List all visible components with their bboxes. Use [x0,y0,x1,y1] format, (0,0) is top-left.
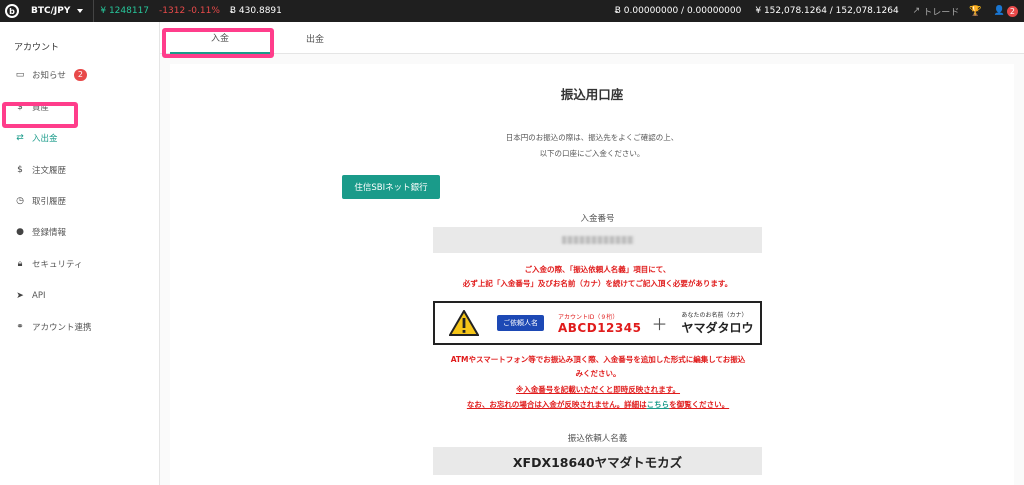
bank-select-button[interactable]: 住信SBIネット銀行 [342,175,440,199]
lock-icon: 🔒︎ [17,259,23,269]
page-title: 振込用口座 [560,87,624,102]
name-caption: あなたのお名前（カナ） [681,312,748,319]
inbox-icon: ▭ [15,70,25,80]
requester-name-label: 振込依頼人名義 [567,434,628,444]
transfer-icon: ⇄ [16,133,24,143]
account-id-value: ABCD12345 [558,320,642,335]
sidebar-title: アカウント [14,43,60,53]
sidebar-item-deposit-withdraw[interactable]: ⇄ 入出金 [14,131,58,145]
details-link[interactable]: こちら [647,400,670,409]
instruction-box: ご依頼人名 アカウントID（９桁） ABCD12345 ＋ あなたのお名前（カナ… [433,301,762,345]
clock-icon: ◷ [16,196,24,206]
brand-logo[interactable]: b [5,4,19,18]
sidebar-item-security[interactable]: 🔒︎ セキュリティ [14,257,83,271]
sidebar-item-trade-history[interactable]: ◷ 取引履歴 [14,194,66,208]
sidebar-item-label: 注文履歴 [32,166,67,176]
last-price: ¥ 1248117 [100,6,150,16]
sidebar-item-account-link[interactable]: ⚭ アカウント連携 [14,320,92,334]
user-icon: ● [16,227,24,237]
sidebar-item-label: 登録情報 [32,228,67,238]
deposit-number-label: 入金番号 [580,214,615,224]
pair-selector[interactable]: BTC/JPY [31,6,84,16]
reflect-note: ※入金番号を記載いただくと即時反映されます。 [418,383,778,397]
requester-name-value: XFDX18640ヤマダトモカズ [433,447,762,475]
sidebar-item-profile[interactable]: ● 登録情報 [14,225,66,239]
forgot-note: なお、お忘れの場合は入金が反映されません。詳細はこちらを御覧ください。 [418,398,778,412]
atm-note-line-2: みください。 [575,369,621,378]
notice-count-badge: 2 [73,69,87,81]
warning-icon [448,309,480,336]
name-example: あなたのお名前（カナ） ヤマダタロウ [681,310,753,336]
account-id-example: アカウントID（９桁） ABCD12345 [558,312,641,335]
sidebar-item-api[interactable]: ➤ API [14,289,45,303]
masked-deposit-number [561,236,634,244]
deposit-number-field [433,227,762,253]
forgot-suffix: を御覧ください。 [669,400,730,409]
reflect-note-text: ※入金番号を記載いただくと即時反映されます。 [515,385,681,394]
plus-sign: ＋ [651,315,668,334]
sidebar: アカウント ▭ お知らせ 2 $ 資産 ⇄ 入出金 $ 注文履歴 ◷ 取引履歴 … [0,22,160,485]
highlight-frame-sidebar [2,102,78,128]
requester-label: ご依頼人名 [497,315,544,331]
forgot-prefix: なお、お忘れの場合は入金が反映されません。詳細は [466,400,647,409]
sidebar-item-label: セキュリティ [32,260,83,270]
sidebar-item-label: API [32,291,46,301]
atm-note-line-1: ATMやスマートフォン等でお振込み頂く際、入金番号を追加した形式に編集してお振込 [450,355,746,364]
intro-line-1: 日本円のお振込の際は、振込先をよくご確認の上、 [505,133,679,142]
link-icon: ⚭ [16,322,24,332]
notice-line-2: 必ず上記「入金番号」及びお名前（カナ）を続けてご記入頂く必要があります。 [462,279,733,288]
intro-line-2: 以下の口座にご入金ください。 [539,149,645,158]
divider [93,0,95,22]
sidebar-item-label: 入出金 [32,134,58,144]
account-id-caption: アカウントID（９桁） [558,313,619,321]
pair-label: BTC/JPY [31,6,71,16]
notice-line-1: ご入金の際、「振込依頼人名義」項目にて、 [524,265,671,274]
sidebar-item-order-history[interactable]: $ 注文履歴 [14,163,66,177]
chevron-down-icon [77,9,84,13]
send-icon: ➤ [16,291,24,301]
dollar-icon: $ [17,165,23,175]
sidebar-item-label: アカウント連携 [32,323,92,333]
sidebar-item-notices[interactable]: ▭ お知らせ 2 [14,68,87,82]
name-value: ヤマダタロウ [681,321,754,335]
sidebar-item-label: 取引履歴 [32,197,67,207]
sidebar-item-label: お知らせ [32,71,66,81]
